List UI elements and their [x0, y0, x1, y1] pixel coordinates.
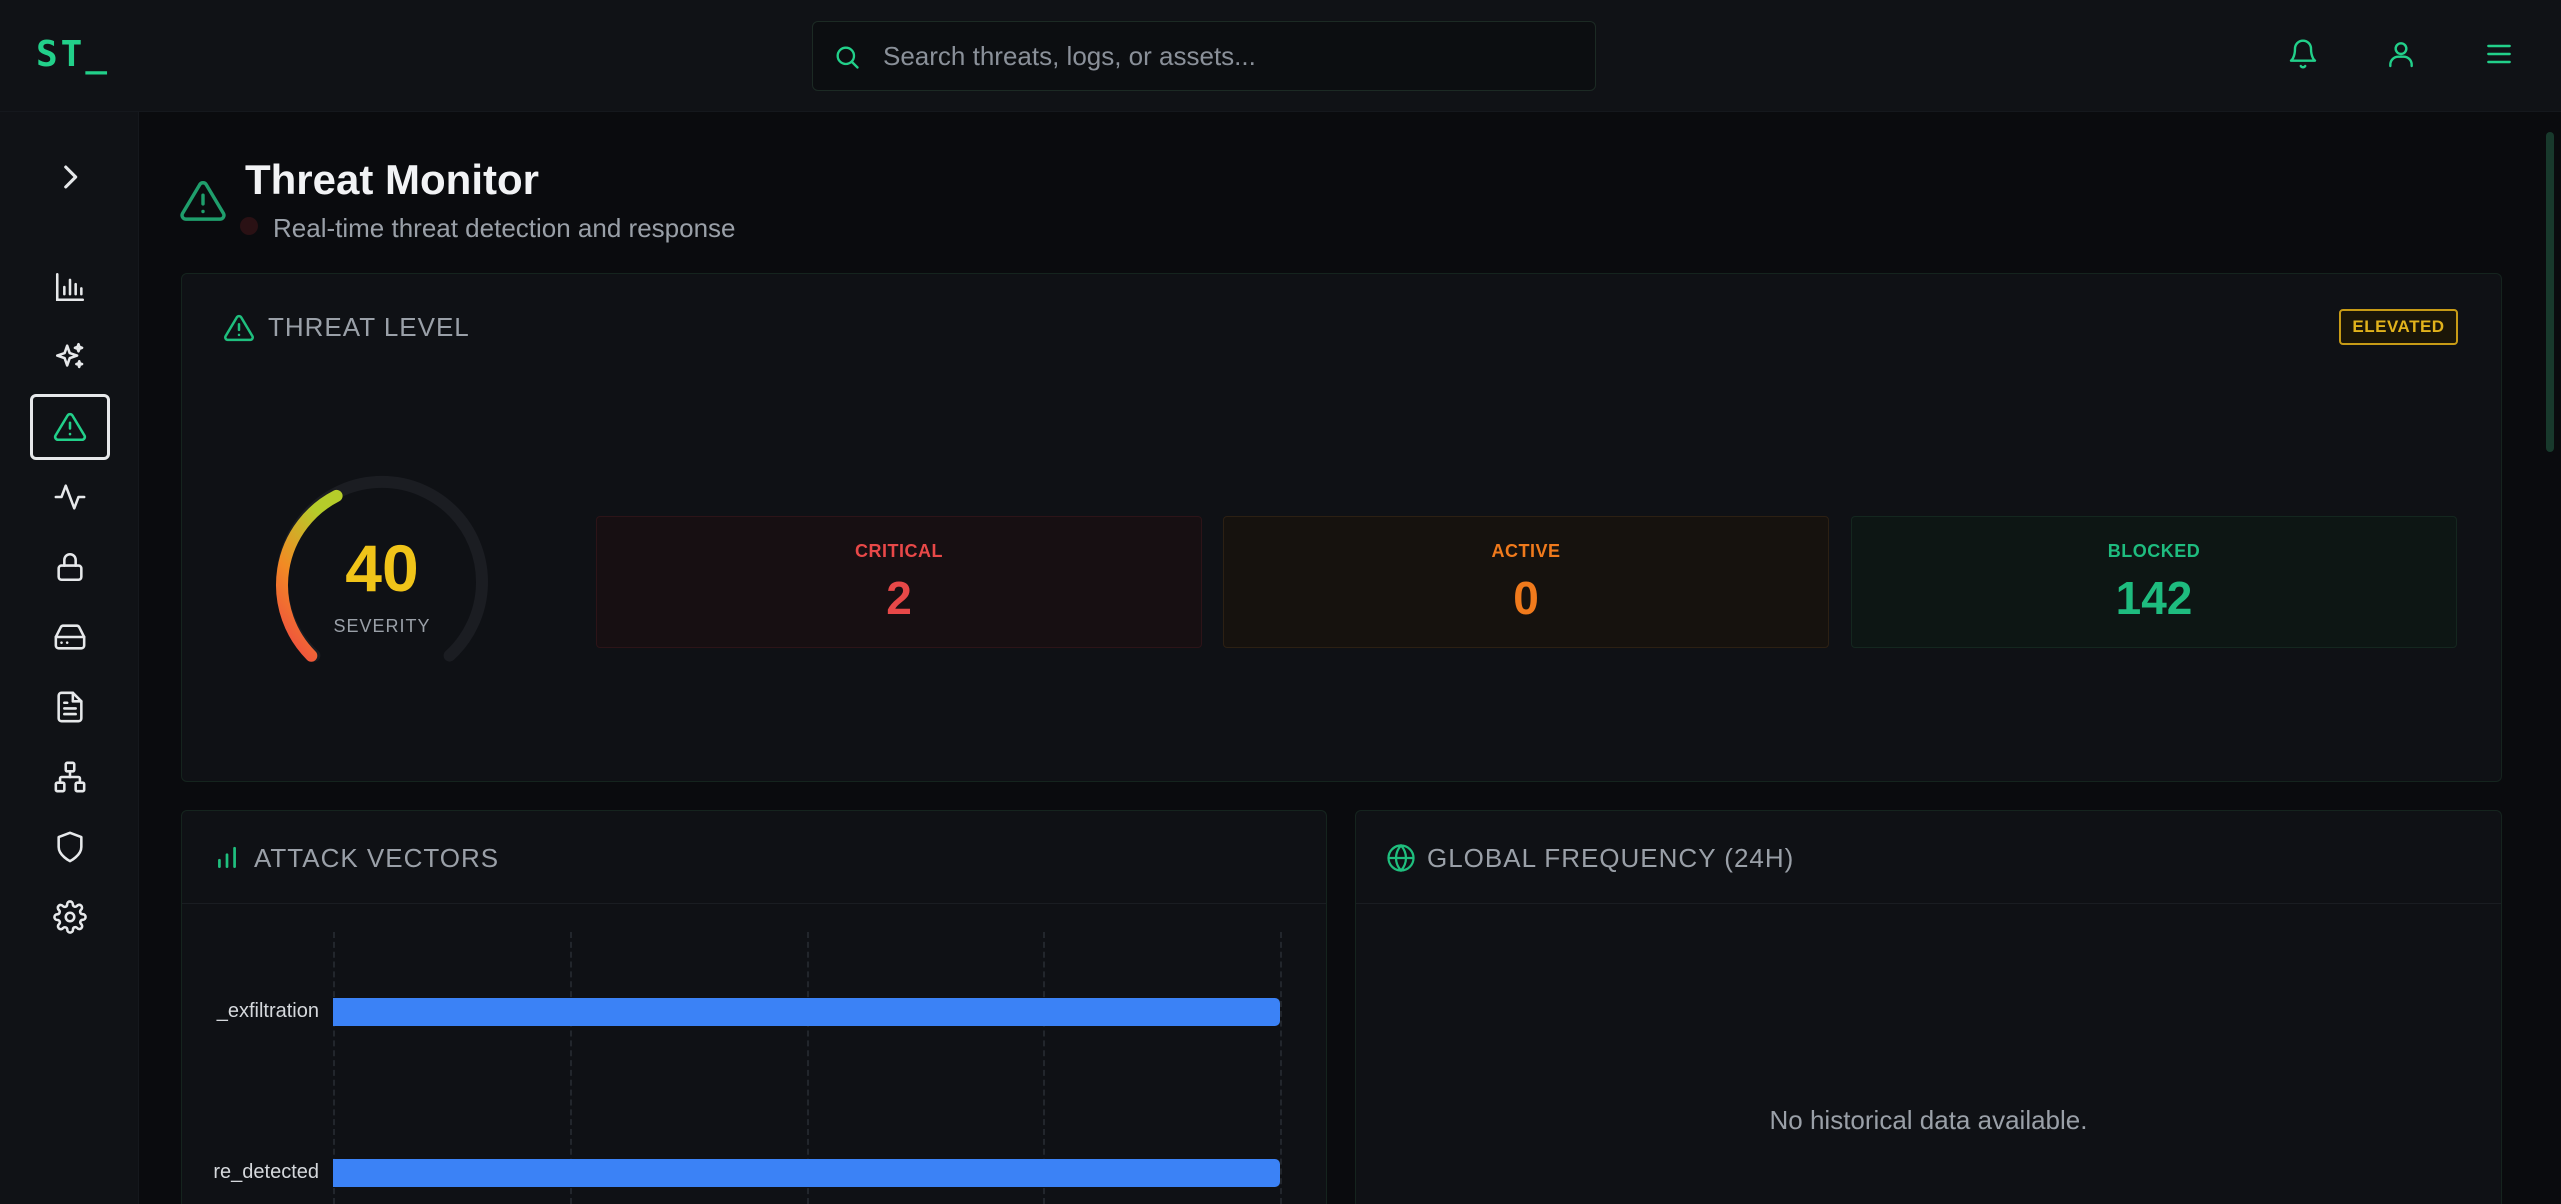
network-icon [54, 761, 86, 793]
attack-vectors-title: ATTACK VECTORS [254, 843, 500, 873]
blocked-stat[interactable]: BLOCKED 142 [1851, 516, 2457, 648]
chart-gridline [1280, 932, 1282, 1204]
sparkles-icon [55, 342, 84, 369]
status-badge: ELEVATED [2339, 309, 2458, 345]
gear-icon [53, 900, 87, 934]
sidebar-item-network[interactable] [30, 744, 110, 810]
status-indicator [240, 217, 258, 235]
signal-bars-icon [218, 846, 236, 869]
global-frequency-title: GLOBAL FREQUENCY (24H) [1427, 843, 1795, 873]
file-text-icon [57, 691, 83, 723]
search-box[interactable] [812, 21, 1596, 91]
sidebar-item-access[interactable] [30, 534, 110, 600]
page-subtitle: Real-time threat detection and response [273, 213, 736, 243]
alert-triangle-icon [224, 314, 254, 342]
chevron-right-icon [64, 165, 78, 189]
bar-label: re_detected [213, 1161, 319, 1183]
sidebar-item-settings[interactable] [30, 884, 110, 950]
shield-icon [57, 831, 83, 863]
bar-chart-icon [55, 272, 85, 302]
critical-value: 2 [886, 572, 912, 624]
page-title: Threat Monitor [245, 156, 539, 203]
lock-icon [57, 553, 83, 582]
global-frequency-card: GLOBAL FREQUENCY (24H) No historical dat… [1355, 810, 2502, 1204]
empty-state-message: No historical data available. [1769, 1105, 2088, 1135]
top-bar: ST_ [0, 0, 2561, 112]
alert-triangle-icon [180, 181, 226, 221]
sidebar-item-dashboard[interactable] [30, 254, 110, 320]
active-label: ACTIVE [1491, 541, 1561, 561]
hard-drive-icon [54, 624, 86, 650]
severity-label: SEVERITY [333, 616, 431, 636]
bar-label: _exfiltration [216, 1000, 319, 1022]
card-divider [182, 903, 1326, 904]
sidebar-item-security[interactable] [30, 814, 110, 880]
bar[interactable] [333, 998, 1280, 1026]
sidebar-item-reports[interactable] [30, 674, 110, 740]
globe-icon [1387, 843, 1415, 873]
bell-icon[interactable] [2287, 38, 2319, 70]
alert-triangle-icon [53, 412, 87, 442]
sidebar-item-activity[interactable] [30, 464, 110, 530]
severity-value: 40 [345, 531, 419, 605]
card-divider [1356, 903, 2501, 904]
bar[interactable] [333, 1159, 1280, 1187]
critical-stat[interactable]: CRITICAL 2 [596, 516, 1202, 648]
sidebar-item-storage[interactable] [30, 604, 110, 670]
sidebar-item-threat-monitor[interactable] [30, 394, 110, 460]
activity-icon [54, 484, 86, 510]
critical-label: CRITICAL [855, 541, 943, 561]
blocked-value: 142 [2115, 572, 2193, 624]
app-logo[interactable]: ST_ [36, 34, 110, 75]
search-icon [836, 46, 859, 69]
active-value: 0 [1513, 572, 1539, 624]
threat-level-title: THREAT LEVEL [268, 312, 470, 342]
scrollbar-thumb[interactable] [2546, 132, 2554, 452]
active-stat[interactable]: ACTIVE 0 [1223, 516, 1829, 648]
user-icon[interactable] [2385, 38, 2417, 70]
sidebar-expand-button[interactable] [30, 144, 110, 210]
menu-icon[interactable] [2483, 38, 2515, 70]
search-input[interactable] [883, 22, 1583, 90]
sidebar-item-ai-insights[interactable] [30, 324, 110, 390]
sidebar [0, 112, 139, 1204]
blocked-label: BLOCKED [2107, 541, 2201, 561]
